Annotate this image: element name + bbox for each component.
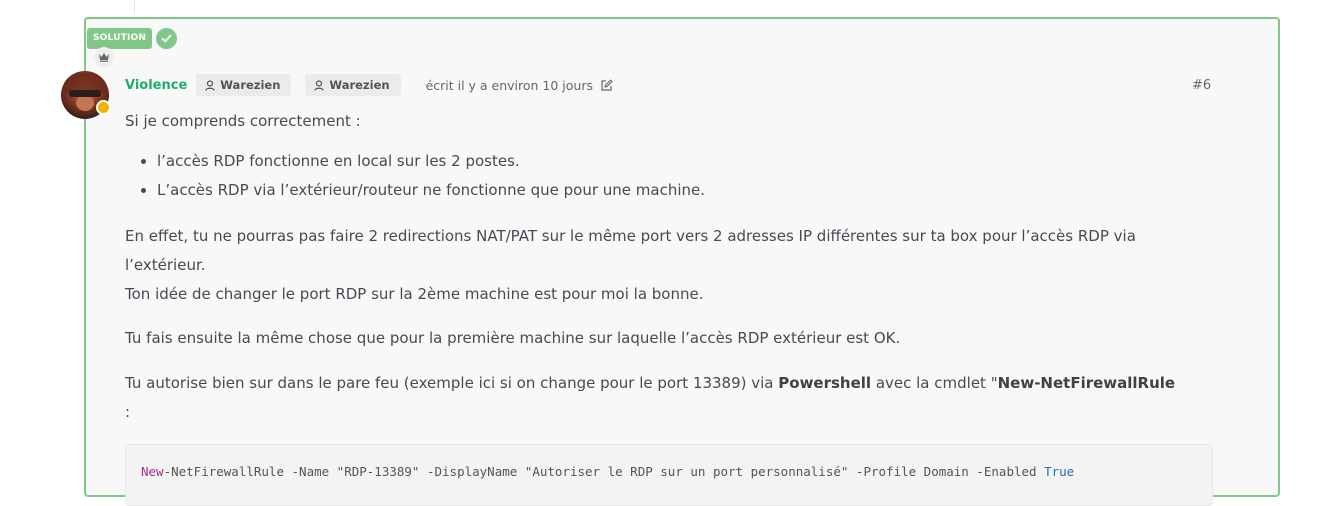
user-icon bbox=[205, 79, 215, 91]
bold-powershell: Powershell bbox=[778, 374, 872, 392]
group-badge-label: Warezien bbox=[220, 78, 281, 92]
list-item: L’accès RDP via l’extérieur/routeur ne f… bbox=[157, 176, 705, 205]
paragraph: Tu fais ensuite la même chose que pour l… bbox=[125, 329, 901, 347]
code-keyword: New bbox=[141, 464, 164, 479]
paragraph: Tu autorise bien sur dans le pare feu (e… bbox=[125, 369, 1215, 427]
group-badge[interactable]: Warezien bbox=[305, 74, 401, 96]
author-name[interactable]: Violence bbox=[125, 78, 187, 93]
group-badge-label: Warezien bbox=[329, 78, 390, 92]
code-text: -NetFirewallRule -Name "RDP-13389" -Disp… bbox=[163, 464, 1045, 479]
bold-cmdlet: New-NetFirewallRule bbox=[997, 374, 1176, 392]
group-badge[interactable]: Warezien bbox=[196, 74, 292, 96]
paragraph: En effet, tu ne pourras pas faire 2 redi… bbox=[125, 227, 1136, 274]
list-item: l’accès RDP fonctionne en local sur les … bbox=[157, 147, 705, 176]
post-timestamp[interactable]: écrit il y a environ 10 jours bbox=[426, 78, 593, 93]
paragraph: Si je comprends correctement : bbox=[125, 112, 361, 130]
solution-badge: SOLUTION bbox=[87, 28, 153, 49]
thread-line bbox=[134, 0, 135, 14]
text-segment: avec la cmdlet " bbox=[871, 374, 998, 392]
edit-icon[interactable] bbox=[600, 79, 613, 92]
post-index[interactable]: #6 bbox=[1192, 78, 1211, 93]
code-block[interactable]: New-NetFirewallRule -Name "RDP-13389" -D… bbox=[125, 444, 1213, 506]
paragraph: Ton idée de changer le port RDP sur la 2… bbox=[125, 285, 704, 303]
code-line: New-NetFirewallRule -Name "RDP-13389" -D… bbox=[141, 464, 1074, 479]
user-icon bbox=[314, 79, 325, 91]
post-meta: Violence Warezien Warezien écrit il y a … bbox=[125, 74, 613, 96]
checkmark-icon bbox=[156, 28, 177, 49]
bullet-list: l’accès RDP fonctionne en local sur les … bbox=[125, 147, 705, 205]
text-segment: : bbox=[125, 403, 131, 421]
status-away-indicator bbox=[96, 100, 111, 115]
crown-icon bbox=[94, 47, 114, 67]
code-boolean: True bbox=[1044, 464, 1075, 479]
text-segment: Tu autorise bien sur dans le pare feu (e… bbox=[125, 374, 779, 392]
